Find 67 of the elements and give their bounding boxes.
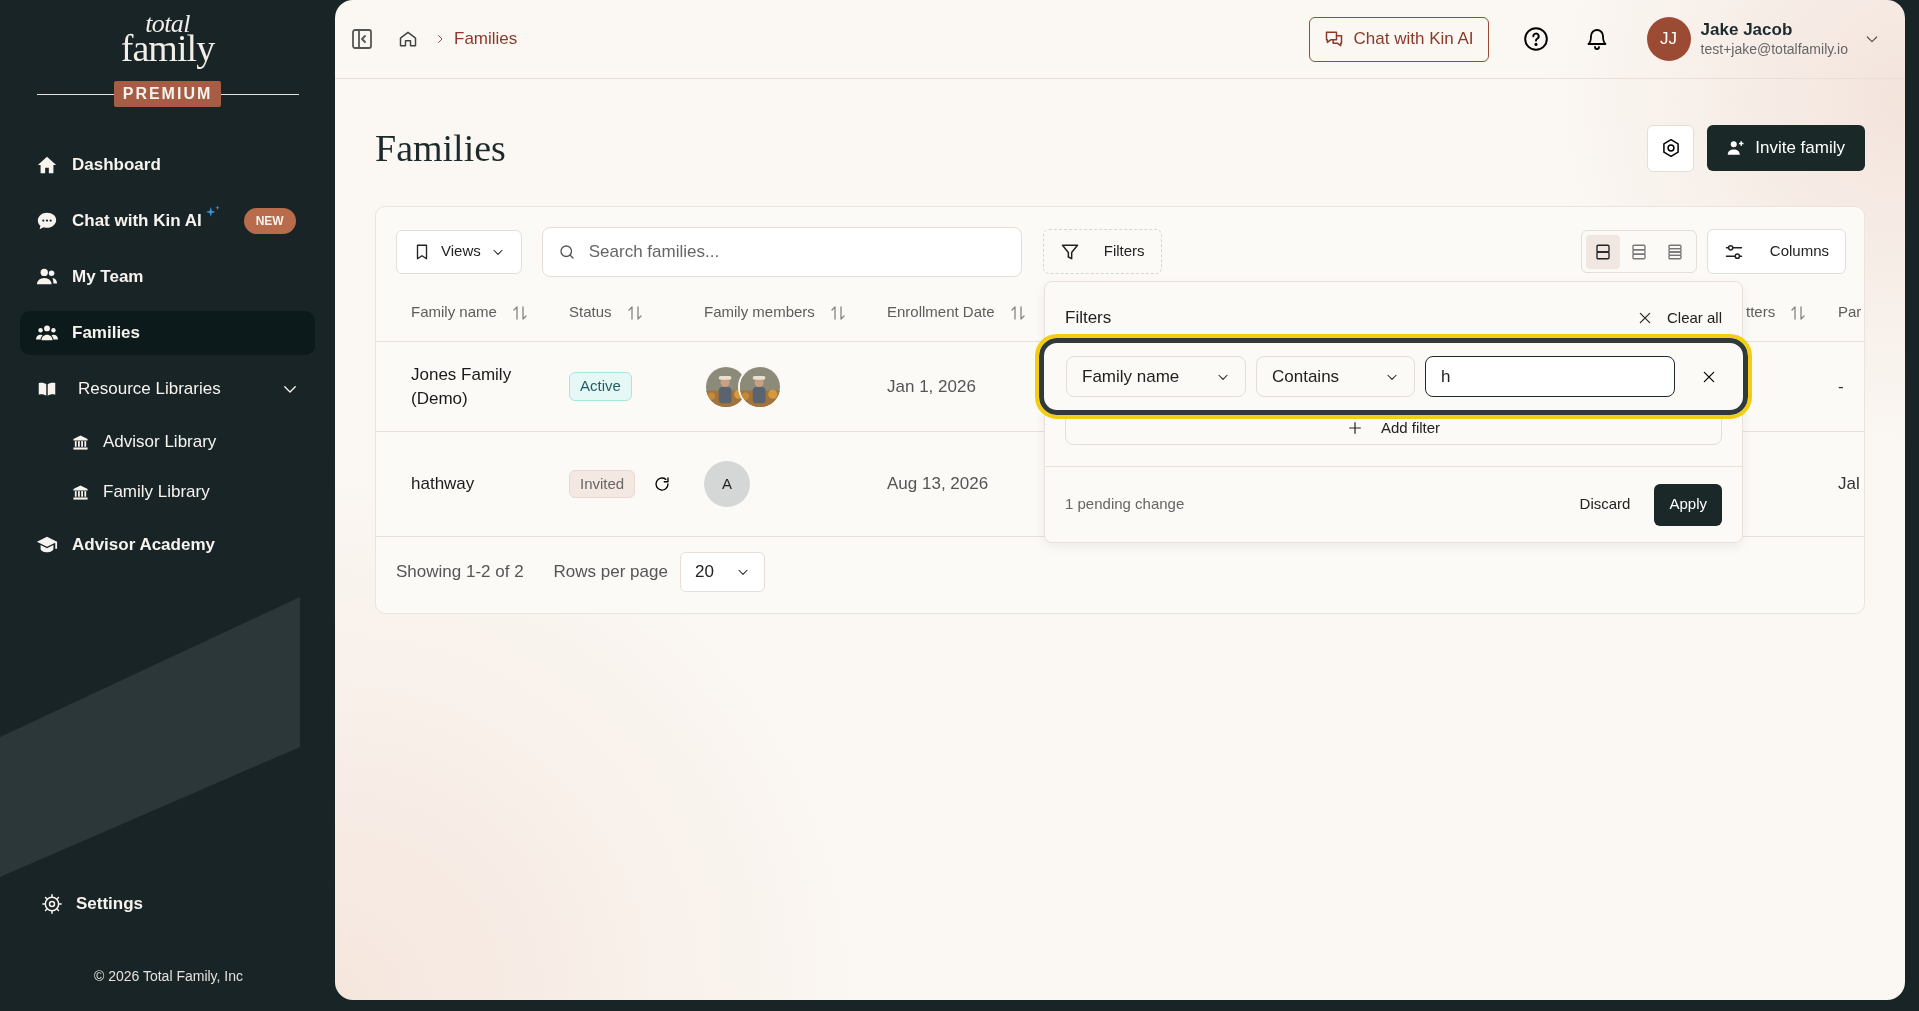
popover-title: Filters <box>1065 307 1113 330</box>
bank-icon <box>72 483 89 501</box>
help-icon[interactable] <box>1522 26 1549 52</box>
table-cell: - <box>1838 376 1844 396</box>
chat-button[interactable]: Chat with Kin AI <box>1308 16 1489 62</box>
showing-count: Showing 1-2 of 2 <box>396 561 524 584</box>
apply-button[interactable]: Apply <box>1654 483 1722 526</box>
family-name-cell[interactable]: hathway <box>411 472 531 496</box>
home-icon[interactable] <box>398 29 418 49</box>
column-header: Par <box>1838 302 1862 323</box>
enrollment-date-cell: Aug 13, 2026 <box>887 474 989 494</box>
column-header: Family name <box>411 302 497 323</box>
pending-changes-text: 1 pending change <box>1065 494 1186 515</box>
plus-icon <box>1346 420 1363 436</box>
settings-button[interactable] <box>1647 124 1695 172</box>
rows-icon <box>1629 242 1648 261</box>
new-badge: NEW <box>243 208 296 235</box>
member-avatar: A <box>704 461 750 507</box>
nav-item[interactable]: Families <box>20 311 315 356</box>
page-title: Families <box>375 125 507 171</box>
gear-icon <box>42 894 62 914</box>
status-badge: Active <box>569 372 632 401</box>
search-icon <box>557 242 576 261</box>
sidebar-toggle-icon[interactable] <box>350 27 374 51</box>
nav-item[interactable]: My Team <box>20 255 315 300</box>
operator-select[interactable]: Contains <box>1256 356 1415 397</box>
views-button[interactable]: Views <box>396 229 522 274</box>
filters-button[interactable]: Filters <box>1042 229 1162 274</box>
nav-item[interactable]: Resource Libraries <box>20 367 315 412</box>
chat-icon <box>1323 29 1344 49</box>
user-name: Jake Jacob <box>1700 20 1794 40</box>
premium-badge: PREMIUM <box>113 81 222 108</box>
nav-item[interactable]: Advisor Academy <box>20 523 315 568</box>
discard-button[interactable]: Discard <box>1575 493 1635 516</box>
rows-per-page-select[interactable]: 20 <box>679 552 765 592</box>
table-cell: Jal <box>1838 474 1860 494</box>
settings-icon <box>1660 138 1681 158</box>
filter-value-field[interactable]: h <box>1425 356 1675 397</box>
clear-all-button[interactable]: Clear all <box>1636 306 1722 330</box>
field-select[interactable]: Family name <box>1066 356 1246 397</box>
copyright-text: © 2026 Total Family, Inc <box>93 967 244 986</box>
bank-icon <box>72 433 89 451</box>
column-header: Enrollment Date <box>887 302 995 323</box>
column-header: Status <box>569 302 612 323</box>
resend-icon[interactable] <box>653 475 672 493</box>
density-option[interactable] <box>1585 234 1620 269</box>
enrollment-date-cell: Jan 1, 2026 <box>887 376 976 396</box>
nav-item[interactable]: Chat with Kin AI NEW <box>20 199 315 244</box>
columns-button[interactable]: Columns <box>1706 229 1846 274</box>
nav-subitem[interactable]: Advisor Library <box>20 423 315 462</box>
column-header: tters <box>1746 302 1776 323</box>
nav-subitem[interactable]: Family Library <box>20 473 315 512</box>
status-badge: Invited <box>569 469 636 499</box>
settings-nav-item[interactable]: Settings <box>20 884 315 924</box>
nav-item[interactable]: Dashboard <box>20 143 315 188</box>
add-person-icon <box>1727 139 1746 157</box>
search-field[interactable]: Search families... <box>541 226 1022 277</box>
logo: total family <box>120 10 215 70</box>
rows-icon <box>1593 242 1612 261</box>
invite-family-button[interactable]: Invite family <box>1707 125 1865 171</box>
column-header: Family members <box>704 302 815 323</box>
breadcrumb-link[interactable]: Families <box>454 26 518 52</box>
family-name-cell[interactable]: Jones Family (Demo) <box>411 362 531 411</box>
rows-icon <box>1665 242 1684 261</box>
user-email: test+jake@totalfamily.io <box>1700 40 1848 58</box>
rows-per-page-label: Rows per page <box>553 561 668 584</box>
user-avatar[interactable]: JJ <box>1646 17 1691 61</box>
